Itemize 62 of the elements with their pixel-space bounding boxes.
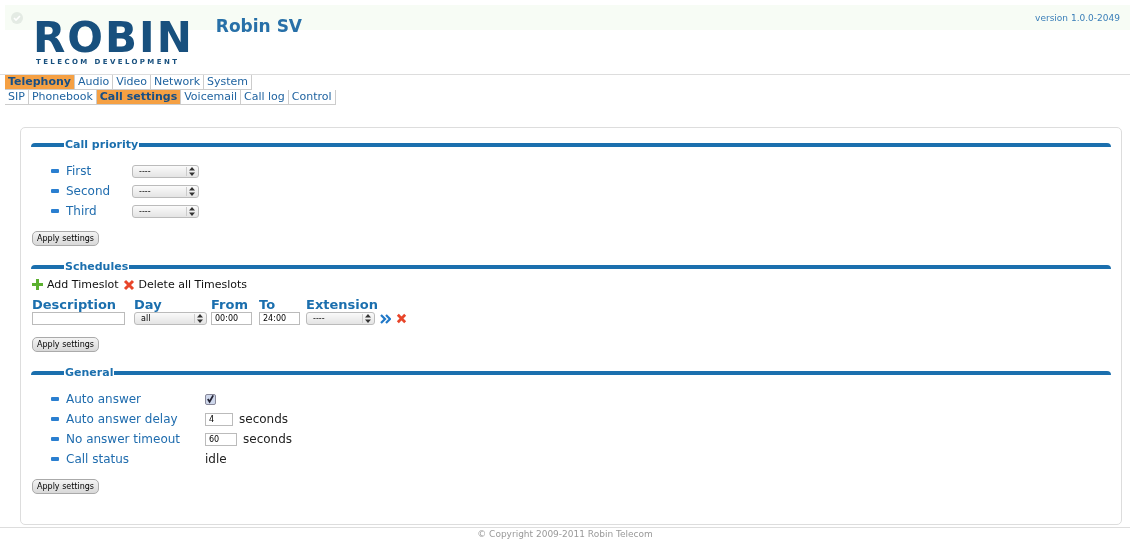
copyright-text: © Copyright 2009-2011 Robin Telecom [0,527,1130,539]
submenu-tab[interactable]: Call settings [96,90,182,105]
section-title: Schedules [64,260,130,273]
section-title: Call priority [64,138,140,151]
from-time-field[interactable]: 00:00 [211,312,252,325]
field-label: Call status [66,452,131,466]
submenu-tab[interactable]: Control [288,90,336,105]
field-label: Third [66,204,98,218]
cross-icon[interactable] [122,278,135,291]
apply-settings-button[interactable]: Apply settings [32,231,100,246]
unit-text: seconds [243,432,293,446]
select-dropdown[interactable]: ---- [132,164,199,178]
apply-settings-button[interactable]: Apply settings [32,337,100,352]
to-time-field[interactable]: 24:00 [259,312,300,325]
bullet-icon [51,437,59,441]
add-timeslot-link[interactable]: Add Timeslot [47,278,119,291]
submenu-tab[interactable]: Voicemail [181,90,242,105]
version-text: version 1.0.0-2049 [1035,12,1120,23]
unit-text: seconds [239,412,289,426]
menu-tab[interactable]: Telephony [5,75,75,90]
cross-icon[interactable] [396,313,407,324]
column-header: Extension [306,297,379,312]
submenu-tab[interactable]: SIP [5,90,29,105]
column-header: Day [134,297,163,312]
field-label: Auto answer delay [66,412,179,426]
bullet-icon [51,417,59,421]
checkbox[interactable] [205,393,216,405]
double-chevron-icon[interactable] [380,313,391,324]
day-select[interactable]: all [134,312,207,325]
select-dropdown[interactable]: ---- [132,204,199,218]
bullet-icon [51,397,59,401]
bullet-icon [51,457,59,461]
updown-arrows-icon [194,314,203,323]
number-field[interactable]: 4 [205,412,233,426]
field-label: No answer timeout [66,432,182,446]
submenu-tab[interactable]: Phonebook [28,90,97,105]
device-name: Robin SV [215,16,303,36]
apply-settings-button[interactable]: Apply settings [32,479,100,494]
updown-arrows-icon [186,166,195,176]
updown-arrows-icon [362,314,371,323]
description-field[interactable] [32,312,125,325]
select-dropdown[interactable]: ---- [132,184,199,198]
number-field[interactable]: 60 [205,432,237,446]
bullet-icon [51,169,59,173]
logo-wordmark: ROBIN [33,18,194,58]
updown-arrows-icon [186,206,195,216]
check-circle-icon [11,11,23,24]
column-header: To [259,297,277,312]
extension-select[interactable]: ---- [306,312,375,325]
field-label: Auto answer [66,392,143,406]
updown-arrows-icon [186,186,195,196]
menu-tab[interactable]: System [204,75,253,90]
plus-icon[interactable] [32,279,43,290]
field-label: First [66,164,93,178]
column-header: Description [32,297,118,312]
field-label: Second [66,184,112,198]
bullet-icon [51,209,59,213]
delete-all-timeslots-link[interactable]: Delete all Timeslots [138,278,248,291]
section-title: General [64,366,115,379]
submenu-tab[interactable]: Call log [241,90,289,105]
status-value: idle [205,452,227,466]
bullet-icon [51,189,59,193]
